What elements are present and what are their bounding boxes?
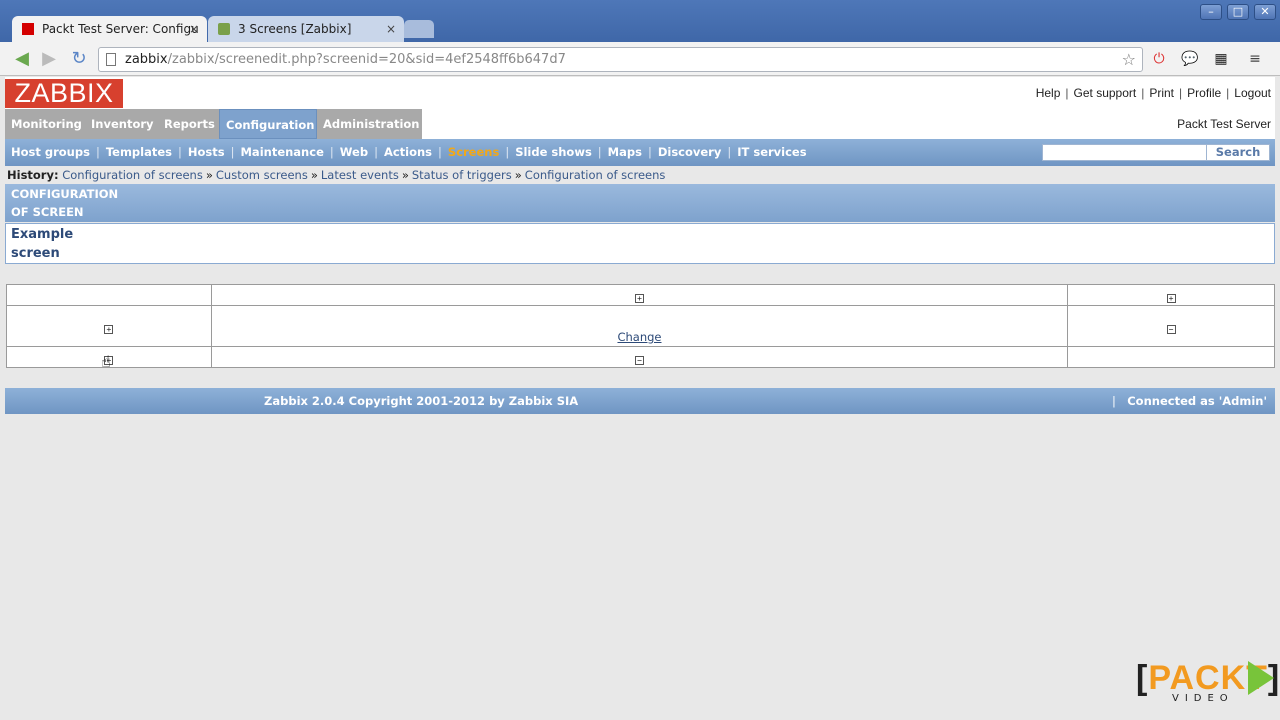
sub-menu: Host groups | Templates | Hosts | Maintenance |… <box>5 139 1275 166</box>
hand-cursor-icon: ☝ <box>101 352 111 371</box>
menu-reports[interactable]: Reports <box>158 109 219 139</box>
history-link[interactable]: Latest events <box>321 168 399 182</box>
add-column-plus-icon[interactable]: + <box>634 293 644 303</box>
new-tab-button[interactable] <box>404 20 434 38</box>
history-link[interactable]: Configuration of screens <box>62 168 203 182</box>
grid-row: + + <box>6 284 1275 306</box>
page-header: ZABBIX Help | Get support | Print | Profile | Lo… <box>5 77 1275 109</box>
zabbix-logo[interactable]: ZABBIX <box>5 79 123 108</box>
section-title: CONFIGURATION OF SCREEN <box>5 184 1275 222</box>
close-window-button[interactable]: ✕ <box>1254 4 1276 20</box>
submenu-screens[interactable]: Screens <box>448 145 499 159</box>
grid-cell: − <box>1067 305 1275 347</box>
submenu-maintenance[interactable]: Maintenance <box>240 145 323 159</box>
history-link[interactable]: Status of triggers <box>412 168 512 182</box>
menu-configuration[interactable]: Configuration <box>219 109 317 139</box>
page-footer: Zabbix 2.0.4 Copyright 2001-2012 by Zabb… <box>5 388 1275 414</box>
grid-row: + Change − <box>6 305 1275 347</box>
submenu-slide-shows[interactable]: Slide shows <box>515 145 592 159</box>
logout-link[interactable]: Logout <box>1234 86 1271 100</box>
browser-tab[interactable]: 3 Screens [Zabbix] × <box>208 16 404 42</box>
add-row-plus-icon[interactable]: + <box>104 324 114 334</box>
reload-icon[interactable]: ↻ <box>68 48 90 70</box>
search-input[interactable] <box>1042 144 1207 161</box>
get-support-link[interactable]: Get support <box>1074 86 1137 100</box>
submenu-hosts[interactable]: Hosts <box>188 145 225 159</box>
menu-inventory[interactable]: Inventory <box>85 109 158 139</box>
menu-monitoring[interactable]: Monitoring <box>5 109 85 139</box>
profile-link[interactable]: Profile <box>1187 86 1221 100</box>
page-icon <box>106 53 116 66</box>
history-label: History: <box>7 168 59 182</box>
main-menu: Monitoring Inventory Reports Configurati… <box>5 109 1275 139</box>
submenu-it-services[interactable]: IT services <box>737 145 806 159</box>
tab-title: 3 Screens [Zabbix] <box>238 22 352 36</box>
grid-cell <box>6 284 212 306</box>
grid-cell: + <box>6 305 212 347</box>
screens-favicon-icon <box>218 23 230 35</box>
submenu-templates[interactable]: Templates <box>106 145 172 159</box>
forward-arrow-icon[interactable]: ▶ <box>38 48 60 70</box>
top-links: Help | Get support | Print | Profile | Logout <box>1035 86 1271 100</box>
remove-column-minus-icon[interactable]: − <box>634 355 644 365</box>
minimize-button[interactable]: – <box>1200 4 1222 20</box>
grid-cell: Change <box>210 305 1069 347</box>
menu-administration[interactable]: Administration <box>317 109 422 139</box>
zabbix-favicon-icon <box>22 23 34 35</box>
bookmark-star-icon[interactable]: ☆ <box>1122 48 1136 71</box>
qr-code-icon[interactable]: ▦ <box>1212 50 1230 68</box>
history-breadcrumb: History: Configuration of screens» Custom… <box>7 168 666 182</box>
browser-toolbar: ◀ ▶ ↻ zabbix/zabbix/screenedit.php?scree… <box>0 42 1280 76</box>
address-bar[interactable]: zabbix/zabbix/screenedit.php?screenid=20… <box>98 47 1143 72</box>
grid-cell: − <box>210 346 1069 368</box>
search-button[interactable]: Search <box>1206 144 1270 161</box>
server-name: Packt Test Server <box>1177 117 1271 131</box>
change-link[interactable]: Change <box>212 330 1067 344</box>
tab-title: Packt Test Server: Configu <box>42 22 199 36</box>
stop-extension-icon[interactable]: ⏻ <box>1150 50 1168 68</box>
history-link[interactable]: Configuration of screens <box>525 168 666 182</box>
tab-close-icon[interactable]: × <box>189 16 199 42</box>
url-host: zabbix <box>125 52 168 67</box>
tab-close-icon[interactable]: × <box>386 16 396 42</box>
back-arrow-icon[interactable]: ◀ <box>11 48 33 70</box>
add-column-plus-icon[interactable]: + <box>1166 293 1176 303</box>
submenu-web[interactable]: Web <box>340 145 368 159</box>
footer-copyright: Zabbix 2.0.4 Copyright 2001-2012 by Zabb… <box>264 394 579 408</box>
menu-icon[interactable]: ≡ <box>1246 50 1264 68</box>
screen-grid: + + + Change − + − <box>6 284 1275 368</box>
grid-cell: + <box>210 284 1069 306</box>
submenu-actions[interactable]: Actions <box>384 145 432 159</box>
chat-extension-icon[interactable]: 💬 <box>1181 50 1199 68</box>
submenu-maps[interactable]: Maps <box>608 145 642 159</box>
history-link[interactable]: Custom screens <box>216 168 308 182</box>
print-link[interactable]: Print <box>1149 86 1174 100</box>
grid-cell: + <box>1067 284 1275 306</box>
maximize-button[interactable]: □ <box>1227 4 1249 20</box>
packt-video-logo: [PACKT] VIDEO <box>1136 659 1280 704</box>
footer-connected: Connected as 'Admin' <box>1127 394 1267 408</box>
play-icon <box>1248 661 1274 695</box>
help-link[interactable]: Help <box>1036 86 1061 100</box>
submenu-host-groups[interactable]: Host groups <box>11 145 90 159</box>
zabbix-page: ZABBIX Help | Get support | Print | Profile | Lo… <box>5 77 1275 714</box>
screen-name: Example screen <box>5 223 1275 264</box>
browser-tabstrip: Packt Test Server: Configu × 3 Screens [… <box>0 0 1280 42</box>
grid-row: + − <box>6 346 1275 368</box>
remove-row-minus-icon[interactable]: − <box>1166 324 1176 334</box>
browser-tab-active[interactable]: Packt Test Server: Configu × <box>12 16 207 42</box>
url-path: /zabbix/screenedit.php?screenid=20&sid=4… <box>167 52 566 67</box>
grid-cell <box>1067 346 1275 368</box>
submenu-discovery[interactable]: Discovery <box>658 145 722 159</box>
